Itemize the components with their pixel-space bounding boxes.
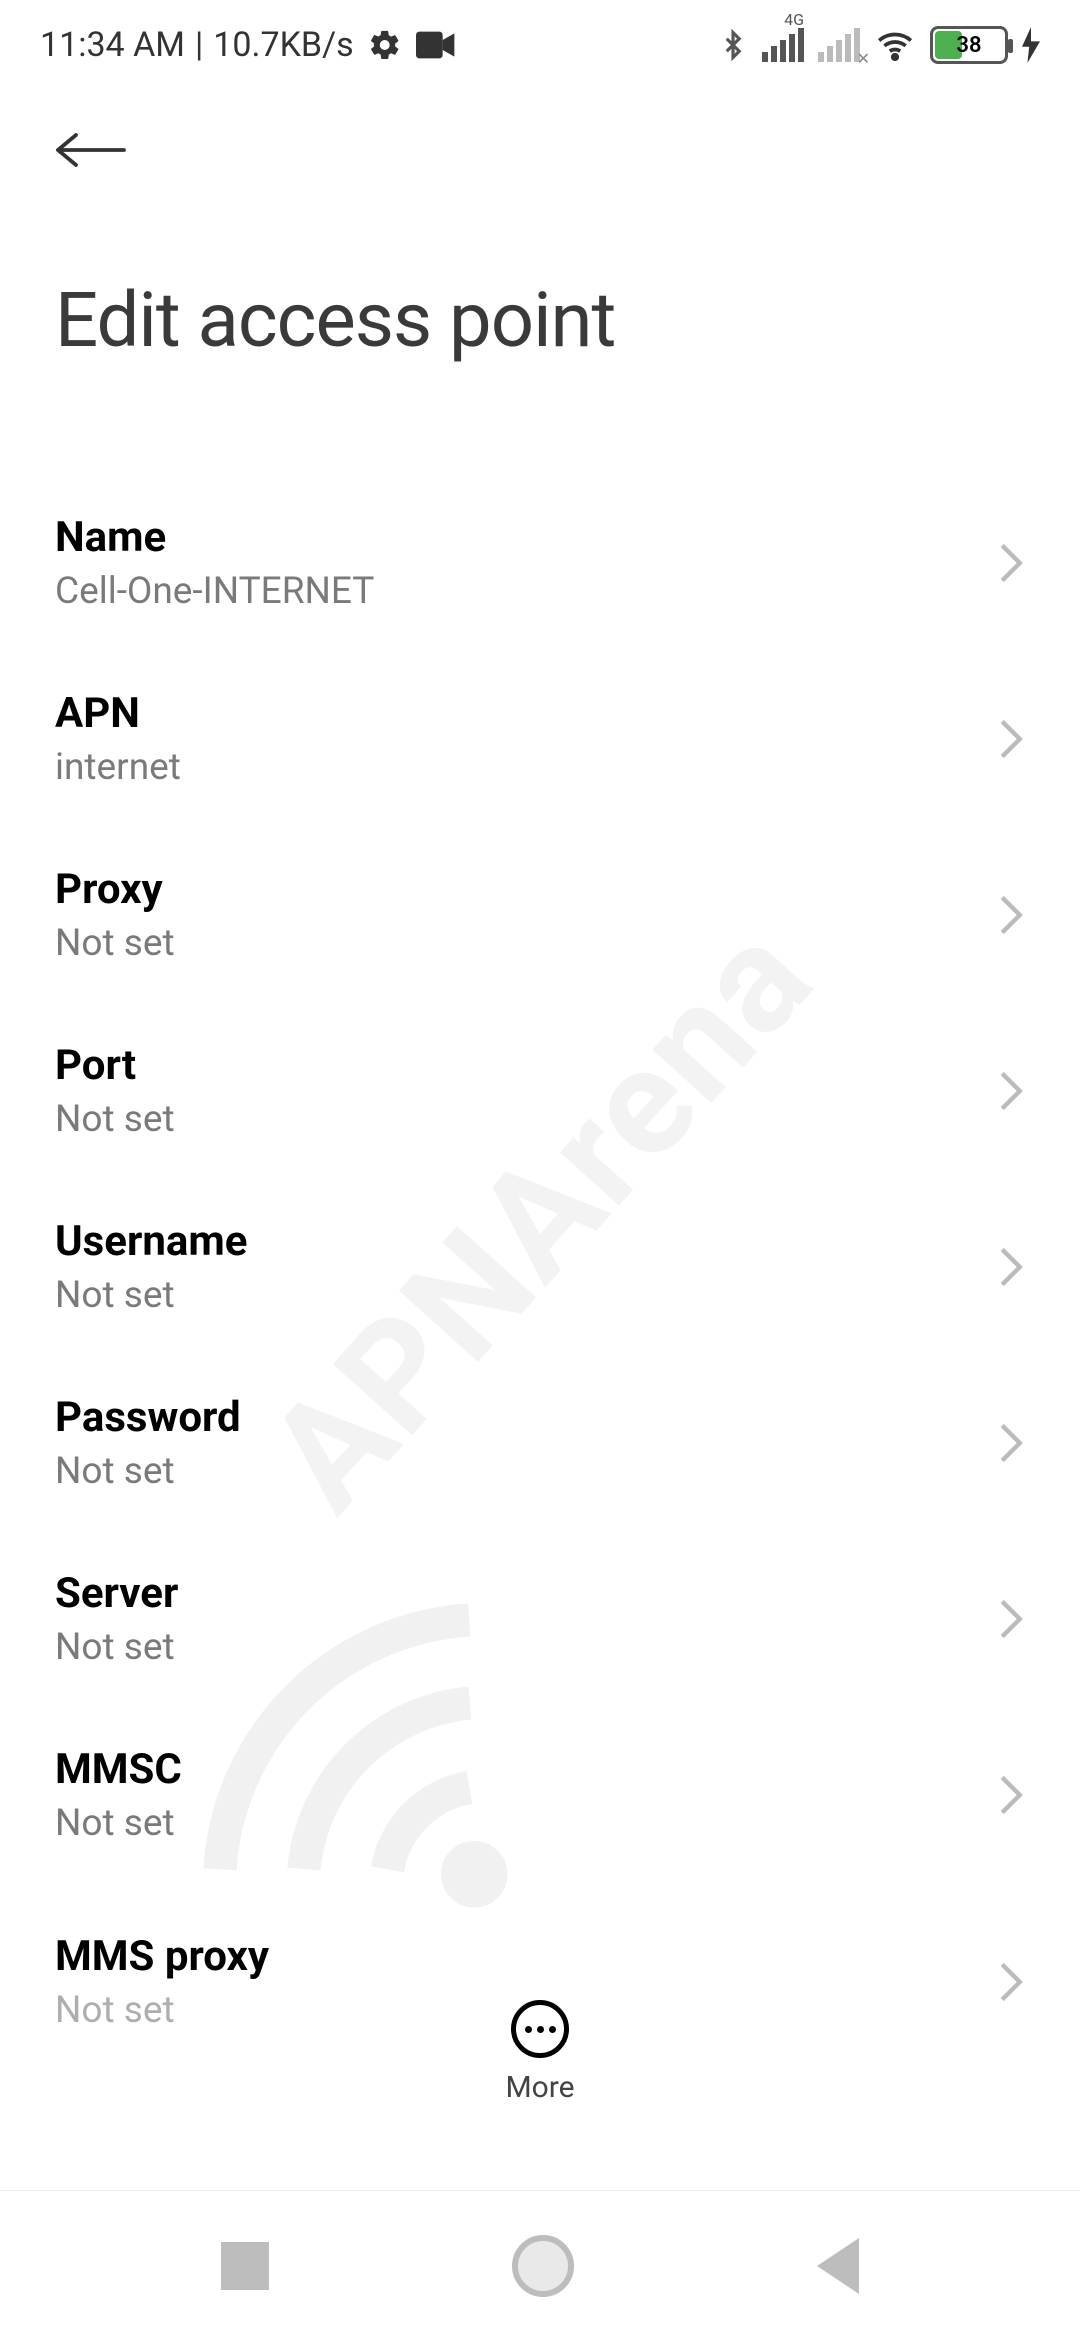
nav-home-button[interactable] — [512, 2235, 574, 2297]
chevron-right-icon — [997, 1069, 1025, 1113]
status-bar: 11:34 AM | 10.7KB/s 4G ✕ 38 — [0, 0, 1080, 90]
settings-list: Name Cell-One-INTERNET APN internet Prox… — [0, 475, 1080, 2043]
camera-icon — [416, 30, 456, 60]
row-server[interactable]: Server Not set — [55, 1531, 1025, 1707]
status-left: 11:34 AM | 10.7KB/s — [40, 25, 456, 65]
chevron-right-icon — [997, 1960, 1025, 2004]
row-name[interactable]: Name Cell-One-INTERNET — [55, 475, 1025, 651]
system-nav-bar — [0, 2190, 1080, 2340]
battery-percent: 38 — [933, 33, 1005, 58]
wifi-icon — [874, 27, 916, 63]
chevron-right-icon — [997, 893, 1025, 937]
network-badge: 4G — [784, 10, 804, 29]
row-mmsc[interactable]: MMSC Not set — [55, 1707, 1025, 1883]
chevron-right-icon — [997, 1245, 1025, 1289]
row-label: Port — [55, 1041, 175, 1090]
chevron-right-icon — [997, 1421, 1025, 1465]
row-label: MMS proxy — [55, 1932, 269, 1981]
chevron-right-icon — [997, 717, 1025, 761]
row-value: Not set — [55, 1989, 269, 2032]
chevron-right-icon — [997, 1773, 1025, 1817]
battery-icon: 38 — [930, 26, 1008, 64]
row-label: Username — [55, 1217, 247, 1266]
row-label: Server — [55, 1569, 178, 1618]
nav-back-button[interactable] — [817, 2238, 859, 2294]
row-label: MMSC — [55, 1745, 182, 1794]
more-label: More — [505, 2070, 574, 2105]
row-port[interactable]: Port Not set — [55, 1003, 1025, 1179]
row-label: APN — [55, 689, 181, 738]
charging-icon — [1022, 27, 1040, 63]
back-button[interactable] — [55, 110, 135, 190]
row-username[interactable]: Username Not set — [55, 1179, 1025, 1355]
status-right: 4G ✕ 38 — [718, 25, 1040, 65]
arrow-left-icon — [55, 126, 127, 174]
signal-sim2: ✕ — [818, 28, 860, 62]
signal-sim1: 4G — [762, 28, 804, 62]
row-value: internet — [55, 746, 181, 789]
chevron-right-icon — [997, 1597, 1025, 1641]
header: Edit access point — [0, 90, 1080, 365]
row-label: Name — [55, 513, 374, 562]
row-value: Not set — [55, 1274, 247, 1317]
bluetooth-icon — [718, 25, 748, 65]
row-label: Proxy — [55, 865, 175, 914]
settings-icon — [368, 28, 402, 62]
row-label: Password — [55, 1393, 241, 1442]
row-value: Not set — [55, 1802, 182, 1845]
row-password[interactable]: Password Not set — [55, 1355, 1025, 1531]
status-speed: 10.7KB/s — [213, 25, 353, 65]
status-time: 11:34 AM — [40, 25, 185, 65]
row-value: Not set — [55, 922, 175, 965]
row-mms-proxy[interactable]: MMS proxy Not set — [55, 1883, 1025, 2043]
row-value: Not set — [55, 1098, 175, 1141]
page-title: Edit access point — [55, 275, 1025, 365]
row-proxy[interactable]: Proxy Not set — [55, 827, 1025, 1003]
row-value: Cell-One-INTERNET — [55, 570, 374, 613]
nav-recent-button[interactable] — [221, 2242, 269, 2290]
status-sep: | — [195, 25, 203, 65]
row-apn[interactable]: APN internet — [55, 651, 1025, 827]
chevron-right-icon — [997, 541, 1025, 585]
row-value: Not set — [55, 1450, 241, 1493]
row-value: Not set — [55, 1626, 178, 1669]
